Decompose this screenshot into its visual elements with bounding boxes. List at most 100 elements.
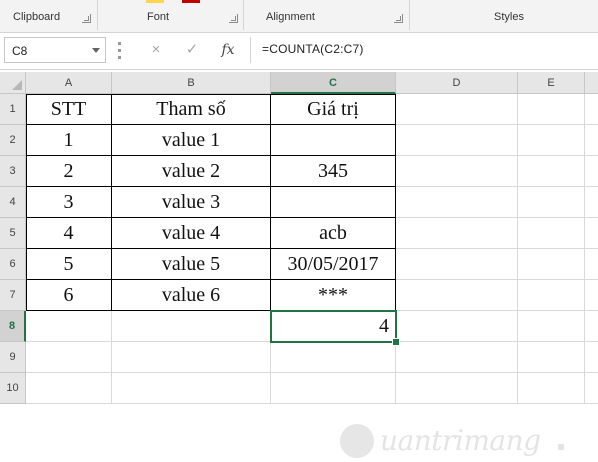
cell-b4[interactable]: value 3 [112,187,271,218]
cell-f10[interactable] [585,373,598,404]
cell-f9[interactable] [585,342,598,373]
font-color-swatch[interactable] [182,0,200,3]
enter-icon[interactable]: ✓ [180,39,204,61]
cell-b2[interactable]: value 1 [112,125,271,156]
cell-f8[interactable] [585,311,598,342]
cell-f1[interactable] [585,94,598,125]
name-box[interactable]: C8 [4,37,106,63]
cell-e4[interactable] [518,187,585,218]
cell-b7[interactable]: value 6 [112,280,271,311]
cell-a2[interactable]: 1 [26,125,112,156]
cell-e5[interactable] [518,218,585,249]
cell-a7[interactable]: 6 [26,280,112,311]
cell-c10[interactable] [271,373,396,404]
watermark-dot [558,444,564,450]
row-header-6[interactable]: 6 [0,249,26,280]
cell-c9[interactable] [271,342,396,373]
cell-a4[interactable]: 3 [26,187,112,218]
row-header-5[interactable]: 5 [0,218,26,249]
cell-d7[interactable] [396,280,518,311]
row-header-10[interactable]: 10 [0,373,26,404]
cell-e7[interactable] [518,280,585,311]
cell-e2[interactable] [518,125,585,156]
row-header-7[interactable]: 7 [0,280,26,311]
cell-d6[interactable] [396,249,518,280]
row-header-1[interactable]: 1 [0,94,26,125]
cell-b6[interactable]: value 5 [112,249,271,280]
watermark-text: uantrimang [380,424,541,457]
cell-a6[interactable]: 5 [26,249,112,280]
cell-f6[interactable] [585,249,598,280]
ribbon-divider [243,0,244,30]
cell-d9[interactable] [396,342,518,373]
chevron-down-icon[interactable] [92,48,100,53]
cell-c6[interactable]: 30/05/2017 [271,249,396,280]
ribbon-group-alignment: Alignment [266,11,315,23]
cell-a9[interactable] [26,342,112,373]
row-header-2[interactable]: 2 [0,125,26,156]
formula-bar-resize-handle-icon[interactable] [118,42,122,60]
cell-d4[interactable] [396,187,518,218]
cell-a5[interactable]: 4 [26,218,112,249]
cell-c1[interactable]: Giá trị [271,94,396,125]
select-all-button[interactable] [0,72,26,94]
cell-e10[interactable] [518,373,585,404]
cell-b10[interactable] [112,373,271,404]
cell-f2[interactable] [585,125,598,156]
column-header-d[interactable]: D [396,72,518,94]
cell-a8[interactable] [26,311,112,342]
cell-c8[interactable]: 4 [271,311,396,342]
cell-b3[interactable]: value 2 [112,156,271,187]
cell-b5[interactable]: value 4 [112,218,271,249]
ribbon-group-clipboard: Clipboard [13,11,61,23]
cell-e1[interactable] [518,94,585,125]
cell-f5[interactable] [585,218,598,249]
fill-handle[interactable] [392,338,400,346]
row-header-9[interactable]: 9 [0,342,26,373]
cell-a1[interactable]: STT [26,94,112,125]
cell-c5[interactable]: acb [271,218,396,249]
cell-f7[interactable] [585,280,598,311]
ribbon-group-font: Font [147,11,170,23]
cell-a10[interactable] [26,373,112,404]
cell-b8[interactable] [112,311,271,342]
cell-c4[interactable] [271,187,396,218]
cell-d3[interactable] [396,156,518,187]
row-header-3[interactable]: 3 [0,156,26,187]
cell-d5[interactable] [396,218,518,249]
cell-f4[interactable] [585,187,598,218]
formula-input[interactable]: =COUNTA(C2:C7) [262,42,364,56]
cell-c3[interactable]: 345 [271,156,396,187]
cell-b9[interactable] [112,342,271,373]
column-header-a[interactable]: A [26,72,112,94]
clipboard-dialog-launcher-icon[interactable] [82,14,91,23]
cell-f3[interactable] [585,156,598,187]
alignment-dialog-launcher-icon[interactable] [394,14,403,23]
cancel-icon[interactable]: × [144,39,168,61]
cell-e8[interactable] [518,311,585,342]
cell-e9[interactable] [518,342,585,373]
cell-c7[interactable]: *** [271,280,396,311]
cell-c2[interactable] [271,125,396,156]
font-dialog-launcher-icon[interactable] [229,14,238,23]
cell-a3[interactable]: 2 [26,156,112,187]
spreadsheet-grid: A B C D E 1 STT Tham số Giá trị 2 1 value 132v… [0,72,598,458]
cell-d2[interactable] [396,125,518,156]
row-header-4[interactable]: 4 [0,187,26,218]
column-header-c[interactable]: C [271,72,396,94]
cell-b1[interactable]: Tham số [112,94,271,125]
insert-function-icon[interactable]: fx [216,39,240,61]
ribbon-divider [409,0,410,30]
cell-d8[interactable] [396,311,518,342]
column-header-b[interactable]: B [112,72,271,94]
cell-d1[interactable] [396,94,518,125]
column-header-overflow [585,72,598,94]
cell-e6[interactable] [518,249,585,280]
name-box-value: C8 [12,44,28,58]
cell-d10[interactable] [396,373,518,404]
row-header-8[interactable]: 8 [0,311,26,342]
cell-e3[interactable] [518,156,585,187]
ribbon: Clipboard Font Alignment Styles [0,0,598,33]
highlight-color-swatch[interactable] [146,0,164,3]
column-header-e[interactable]: E [518,72,585,94]
